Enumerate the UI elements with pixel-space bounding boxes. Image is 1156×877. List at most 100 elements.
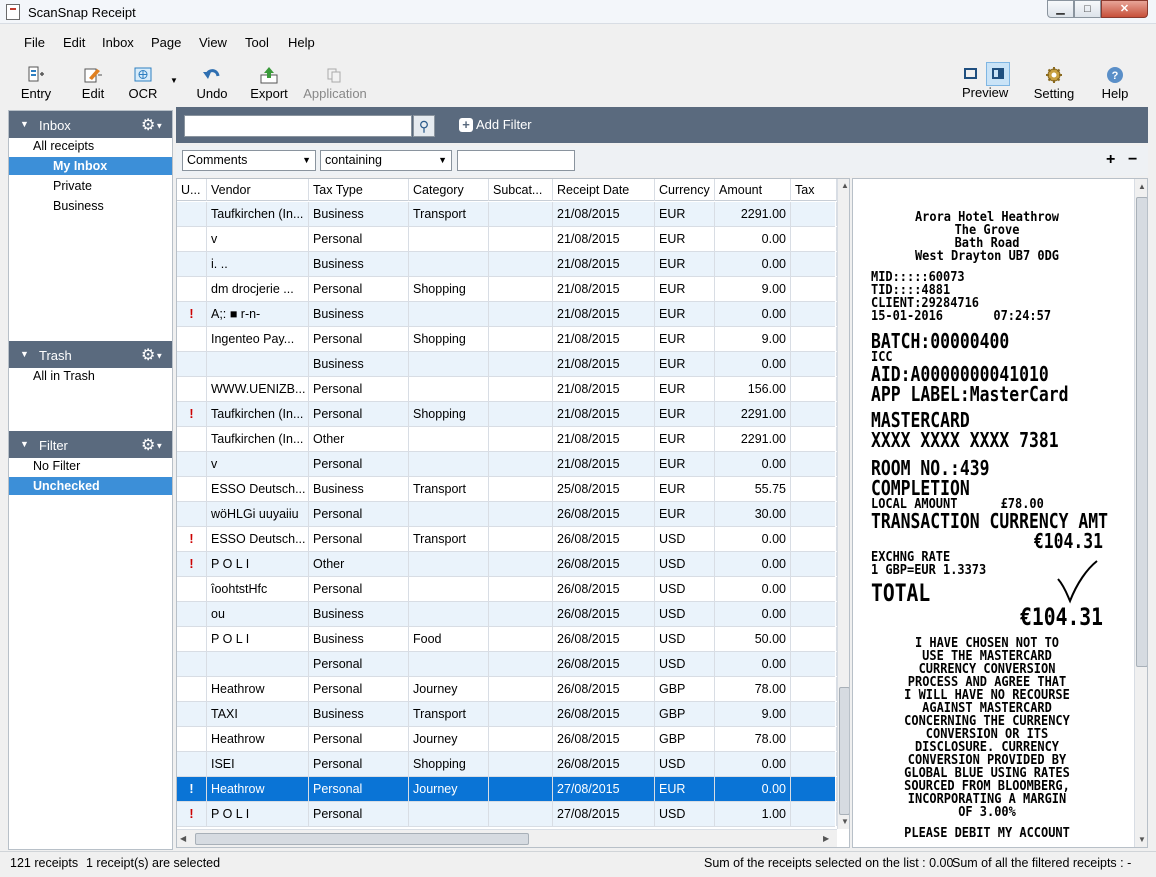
unchecked-flag[interactable]: !: [177, 552, 207, 576]
scroll-down-icon[interactable]: ▼: [1138, 835, 1146, 844]
table-row[interactable]: îoohtstHfc Personal 26/08/2015 USD 0.00: [177, 577, 837, 602]
amount-cell[interactable]: 0.00: [715, 227, 791, 251]
amount-cell[interactable]: 0.00: [715, 602, 791, 626]
currency-cell[interactable]: EUR: [655, 327, 715, 351]
currency-cell[interactable]: GBP: [655, 702, 715, 726]
vendor-cell[interactable]: P O L I: [207, 627, 309, 651]
menu-help[interactable]: Help: [288, 35, 315, 50]
currency-cell[interactable]: USD: [655, 552, 715, 576]
receipt-date-cell[interactable]: 26/08/2015: [553, 727, 655, 751]
currency-cell[interactable]: USD: [655, 527, 715, 551]
currency-cell[interactable]: EUR: [655, 477, 715, 501]
tax-cell[interactable]: [791, 252, 837, 276]
vendor-cell[interactable]: v: [207, 227, 309, 251]
currency-cell[interactable]: EUR: [655, 227, 715, 251]
unchecked-flag[interactable]: !: [177, 402, 207, 426]
tax-type-cell[interactable]: Personal: [309, 777, 409, 801]
table-row[interactable]: ISEI Personal Shopping 26/08/2015 USD 0.00: [177, 752, 837, 777]
vendor-cell[interactable]: wöHLGi uuyaiiu: [207, 502, 309, 526]
tax-cell[interactable]: [791, 202, 837, 226]
vendor-cell[interactable]: P O L I: [207, 552, 309, 576]
entry-button[interactable]: Entry: [18, 60, 54, 101]
category-cell[interactable]: Transport: [409, 702, 489, 726]
unchecked-flag[interactable]: [177, 277, 207, 301]
column-header-vendor[interactable]: Vendor: [207, 179, 309, 201]
table-row[interactable]: i. .. Business 21/08/2015 EUR 0.00: [177, 252, 837, 277]
filter-field-select[interactable]: Comments ▼: [182, 150, 316, 171]
amount-cell[interactable]: 0.00: [715, 302, 791, 326]
vendor-cell[interactable]: Taufkirchen (In...: [207, 202, 309, 226]
trash-section-header[interactable]: ▼ Trash ⚙▼: [9, 341, 172, 368]
category-cell[interactable]: [409, 427, 489, 451]
amount-cell[interactable]: 78.00: [715, 727, 791, 751]
vendor-cell[interactable]: Taufkirchen (In...: [207, 427, 309, 451]
vendor-cell[interactable]: i. ..: [207, 252, 309, 276]
vendor-cell[interactable]: ESSO Deutsch...: [207, 527, 309, 551]
currency-cell[interactable]: EUR: [655, 502, 715, 526]
ocr-dropdown-icon[interactable]: ▼: [168, 76, 180, 85]
unchecked-flag[interactable]: [177, 452, 207, 476]
search-icon[interactable]: ⚲: [413, 115, 435, 137]
table-row[interactable]: ou Business 26/08/2015 USD 0.00: [177, 602, 837, 627]
filter-gear-icon[interactable]: ⚙▼: [141, 435, 163, 455]
table-row[interactable]: dm drocjerie ... Personal Shopping 21/08/20…: [177, 277, 837, 302]
subcategory-cell[interactable]: [489, 552, 553, 576]
unchecked-flag[interactable]: [177, 477, 207, 501]
menu-inbox[interactable]: Inbox: [102, 35, 134, 50]
subcategory-cell[interactable]: [489, 477, 553, 501]
collapse-icon[interactable]: ▼: [20, 439, 29, 449]
vendor-cell[interactable]: îoohtstHfc: [207, 577, 309, 601]
category-cell[interactable]: Food: [409, 627, 489, 651]
unchecked-flag[interactable]: !: [177, 777, 207, 801]
subcategory-cell[interactable]: [489, 677, 553, 701]
vendor-cell[interactable]: [207, 352, 309, 376]
inbox-section-header[interactable]: ▼ Inbox ⚙▼: [9, 111, 172, 138]
vendor-cell[interactable]: P O L I: [207, 802, 309, 826]
unchecked-flag[interactable]: !: [177, 527, 207, 551]
tax-type-cell[interactable]: Personal: [309, 677, 409, 701]
receipt-date-cell[interactable]: 21/08/2015: [553, 327, 655, 351]
category-cell[interactable]: [409, 452, 489, 476]
currency-cell[interactable]: USD: [655, 802, 715, 826]
scroll-thumb[interactable]: [1136, 197, 1147, 667]
unchecked-flag[interactable]: [177, 577, 207, 601]
category-cell[interactable]: Journey: [409, 777, 489, 801]
menu-tool[interactable]: Tool: [245, 35, 269, 50]
search-input[interactable]: [184, 115, 412, 137]
column-header-tax-type[interactable]: Tax Type: [309, 179, 409, 201]
vendor-cell[interactable]: A;: ■ r-n-: [207, 302, 309, 326]
column-header-unchecked[interactable]: U...: [177, 179, 207, 201]
column-header-amount[interactable]: Amount: [715, 179, 791, 201]
tax-cell[interactable]: [791, 802, 837, 826]
tax-cell[interactable]: [791, 577, 837, 601]
currency-cell[interactable]: EUR: [655, 277, 715, 301]
sidebar-item-my-inbox[interactable]: My Inbox: [9, 157, 172, 175]
category-cell[interactable]: Shopping: [409, 327, 489, 351]
currency-cell[interactable]: EUR: [655, 777, 715, 801]
menu-file[interactable]: File: [24, 35, 45, 50]
amount-cell[interactable]: 0.00: [715, 577, 791, 601]
tax-type-cell[interactable]: Personal: [309, 377, 409, 401]
scroll-thumb[interactable]: [195, 833, 529, 845]
table-row[interactable]: Heathrow Personal Journey 26/08/2015 GBP 78.0…: [177, 677, 837, 702]
category-cell[interactable]: [409, 602, 489, 626]
collapse-icon[interactable]: ▼: [20, 349, 29, 359]
unchecked-flag[interactable]: !: [177, 302, 207, 326]
receipt-date-cell[interactable]: 27/08/2015: [553, 777, 655, 801]
sidebar-item-unchecked[interactable]: Unchecked: [9, 477, 172, 495]
unchecked-flag[interactable]: [177, 627, 207, 651]
tax-cell[interactable]: [791, 427, 837, 451]
category-cell[interactable]: [409, 377, 489, 401]
amount-cell[interactable]: 50.00: [715, 627, 791, 651]
sidebar-item-all-in-trash[interactable]: All in Trash: [33, 367, 95, 385]
receipt-date-cell[interactable]: 26/08/2015: [553, 527, 655, 551]
tax-cell[interactable]: [791, 552, 837, 576]
trash-gear-icon[interactable]: ⚙▼: [141, 345, 163, 365]
unchecked-flag[interactable]: [177, 202, 207, 226]
tax-cell[interactable]: [791, 477, 837, 501]
table-row[interactable]: ! ESSO Deutsch... Personal Transport 26/08/2…: [177, 527, 837, 552]
subcategory-cell[interactable]: [489, 577, 553, 601]
receipt-date-cell[interactable]: 21/08/2015: [553, 202, 655, 226]
subcategory-cell[interactable]: [489, 502, 553, 526]
subcategory-cell[interactable]: [489, 752, 553, 776]
